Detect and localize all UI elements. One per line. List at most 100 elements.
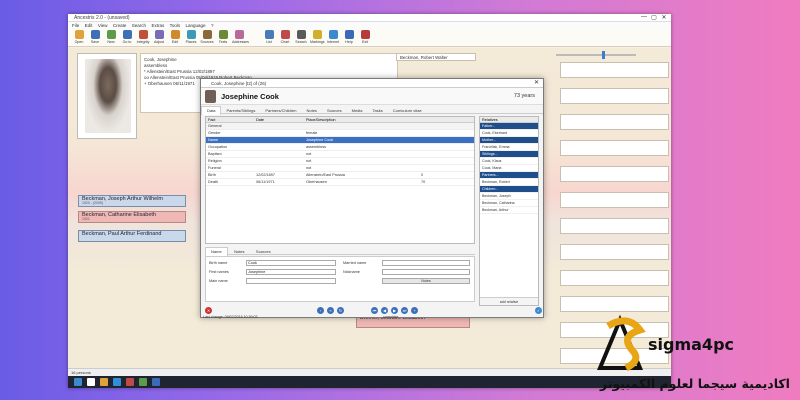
ancestor-slot[interactable] — [560, 192, 669, 208]
table-row[interactable]: Funeral not — [206, 165, 474, 172]
taskbar-app-icon[interactable] — [139, 378, 147, 386]
tab-curriculum-vitae[interactable]: Curriculum vitae — [388, 107, 427, 115]
list-item[interactable]: Beckman, Catharina — [480, 200, 538, 207]
tab-name[interactable]: Name — [205, 247, 228, 256]
toolbar-adjust-button[interactable]: Adjust — [152, 30, 166, 46]
notes-button[interactable]: Notes — [382, 278, 470, 284]
toolbar-chart-button[interactable]: Chart — [278, 30, 292, 46]
menu-extras[interactable]: Extras — [151, 22, 164, 29]
toolbar-help-button[interactable]: Help — [342, 30, 356, 46]
table-row[interactable]: General — [206, 123, 474, 130]
taskbar-app-icon[interactable] — [74, 378, 82, 386]
menu-tools[interactable]: Tools — [170, 22, 181, 29]
ancestor-slot[interactable] — [560, 244, 669, 260]
toolbar-addresses-button[interactable]: Addresses — [232, 30, 249, 46]
minimize-button[interactable]: — — [639, 14, 649, 20]
zoom-slider[interactable] — [556, 51, 636, 59]
taskbar-app-icon[interactable] — [100, 378, 108, 386]
close-window-button[interactable]: ✕ — [659, 14, 669, 21]
table-row[interactable]: Baptism not — [206, 151, 474, 158]
toolbar-sources-button[interactable]: Sources — [200, 30, 214, 46]
close-icon[interactable]: ✕ — [534, 79, 539, 88]
main-name-field[interactable] — [246, 278, 336, 284]
table-row[interactable]: Death 06/11/1971 Oberhausen 70 — [206, 179, 474, 186]
toolbar-integrity-button[interactable]: Integrity — [136, 30, 150, 46]
taskbar-app-icon[interactable] — [87, 378, 95, 386]
zoom-slider-knob[interactable] — [602, 51, 605, 59]
ok-icon[interactable]: ✓ — [535, 307, 542, 314]
list-item[interactable]: Cook, Eberhard — [480, 130, 538, 137]
toolbar-texts-button[interactable]: Texts — [216, 30, 230, 46]
ancestor-slot[interactable] — [560, 140, 669, 156]
table-row[interactable]: Name Josephine Cook — [206, 137, 474, 144]
menu-help[interactable]: ? — [211, 22, 214, 29]
cancel-icon[interactable]: ✕ — [205, 307, 212, 314]
nickname-field[interactable] — [382, 269, 470, 275]
tab-notes[interactable]: Notes — [301, 107, 321, 115]
relatives-section[interactable]: Father... — [480, 123, 538, 130]
table-row[interactable]: Occupation assembless — [206, 144, 474, 151]
list-item[interactable]: Beckman, Robert — [480, 179, 538, 186]
table-row[interactable]: Gender female — [206, 130, 474, 137]
last-record-icon[interactable]: ⏭ — [401, 307, 408, 314]
tab-parents-siblings[interactable]: Parents/Siblings — [221, 107, 260, 115]
toolbar-save-button[interactable]: Save — [88, 30, 102, 46]
birth-name-field[interactable]: Cook — [246, 260, 336, 266]
menu-language[interactable]: Language — [186, 22, 206, 29]
ancestor-slot[interactable] — [560, 166, 669, 182]
menu-edit[interactable]: Edit — [85, 22, 93, 29]
toolbar-exit-button[interactable]: Exit — [358, 30, 372, 46]
toolbar-search-button[interactable]: Search — [294, 30, 308, 46]
toolbar-go-to-button[interactable]: Go to — [120, 30, 134, 46]
list-item[interactable]: Franzilisk, Emma — [480, 144, 538, 151]
relatives-section[interactable]: Partners... — [480, 172, 538, 179]
tree-person-box[interactable]: Beckman, Joseph Arthur Wilhelm 1920 - (2… — [78, 195, 186, 207]
table-row[interactable]: Religion not — [206, 158, 474, 165]
maximize-button[interactable]: ▢ — [649, 14, 659, 21]
tab-notes[interactable]: Notes — [229, 248, 249, 256]
ancestor-slot[interactable] — [560, 88, 669, 104]
tab-sources[interactable]: Sources — [322, 107, 347, 115]
married-name-field[interactable] — [382, 260, 470, 266]
toolbar-internet-button[interactable]: Internet — [326, 30, 340, 46]
taskbar-app-icon[interactable] — [113, 378, 121, 386]
first-names-field[interactable]: Josephine — [246, 269, 336, 275]
relatives-section[interactable]: Siblings... — [480, 151, 538, 158]
taskbar-app-icon[interactable] — [152, 378, 160, 386]
previous-record-icon[interactable]: ◀ — [381, 307, 388, 314]
tab-sources[interactable]: Sources — [251, 248, 276, 256]
tree-person-box[interactable]: Beckman, Paul Arthur Ferdinand — [78, 230, 186, 242]
toolbar-new-button[interactable]: New — [104, 30, 118, 46]
toolbar-edit-button[interactable]: Edit — [168, 30, 182, 46]
menu-create[interactable]: Create — [113, 22, 127, 29]
toolbar-open-button[interactable]: Open — [72, 30, 86, 46]
relatives-section[interactable]: Mother... — [480, 137, 538, 144]
tab-partners-children[interactable]: Partners/Children — [260, 107, 301, 115]
table-row[interactable]: Birth 12/02/1897 Allenstein/East Prussia 0 — [206, 172, 474, 179]
menu-view[interactable]: View — [98, 22, 108, 29]
menu-file[interactable]: File — [72, 22, 79, 29]
ancestor-slot[interactable] — [560, 114, 669, 130]
next-record-icon[interactable]: ▶ — [391, 307, 398, 314]
back-icon[interactable]: « — [327, 307, 334, 314]
toolbar-list-button[interactable]: List — [262, 30, 276, 46]
add-relative-button[interactable]: add relative — [480, 297, 538, 305]
tab-data[interactable]: Data — [201, 106, 222, 115]
ancestor-slot[interactable] — [560, 270, 669, 286]
toolbar-markings-button[interactable]: Markings — [310, 30, 325, 46]
relatives-section[interactable]: Children... — [480, 186, 538, 193]
prev-icon[interactable]: ‹ — [317, 307, 324, 314]
list-item[interactable]: Beckman, Arthur — [480, 207, 538, 214]
add-record-icon[interactable]: + — [411, 307, 418, 314]
tab-media[interactable]: Media — [347, 107, 368, 115]
first-record-icon[interactable]: ⏮ — [371, 307, 378, 314]
spouse-box[interactable]: Beckman, Robert Walter — [396, 53, 476, 61]
tab-tasks[interactable]: Tasks — [368, 107, 388, 115]
ancestor-slot[interactable] — [560, 62, 669, 78]
list-item[interactable]: Cook, Klaus — [480, 158, 538, 165]
list-item[interactable]: Beckman, Joseph — [480, 193, 538, 200]
tree-person-box[interactable]: Beckman, Catharine Elisabeth 1921 — [78, 211, 186, 223]
menu-search[interactable]: Search — [132, 22, 146, 29]
refresh-icon[interactable]: ↻ — [337, 307, 344, 314]
list-item[interactable]: Cook, Maria — [480, 165, 538, 172]
